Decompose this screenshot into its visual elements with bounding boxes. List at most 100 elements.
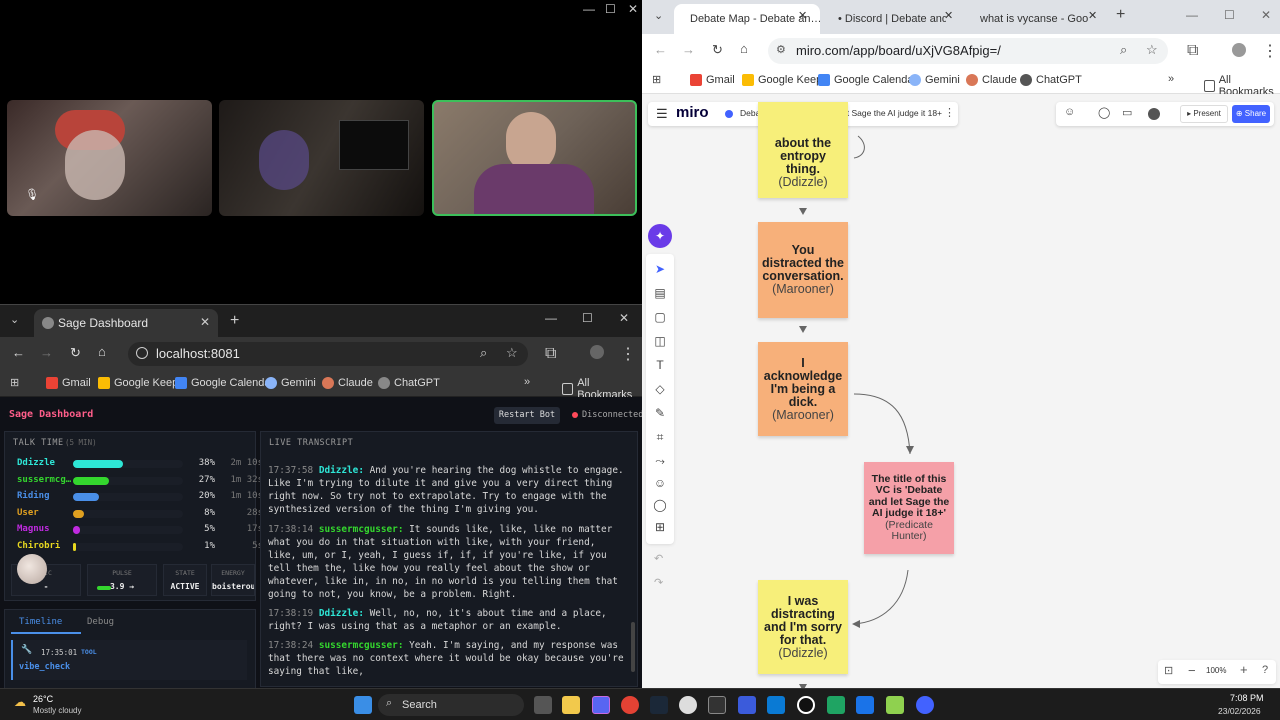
forward-icon[interactable]: → bbox=[682, 42, 695, 57]
restart-bot-button[interactable]: Restart Bot bbox=[494, 407, 560, 424]
menu-hamburger-icon[interactable]: ☰ bbox=[656, 106, 668, 122]
address-bar[interactable]: localhost:8081 ⌕ ☆ bbox=[128, 342, 528, 366]
tab-close-icon[interactable]: ✕ bbox=[944, 9, 953, 22]
forward-icon[interactable]: → bbox=[40, 345, 53, 360]
profile-avatar[interactable] bbox=[1232, 43, 1246, 57]
maximize-icon[interactable]: ☐ bbox=[582, 311, 593, 325]
new-tab-icon[interactable]: + bbox=[1116, 6, 1125, 24]
sticky-note[interactable]: I was distracting and I'm sorry for that… bbox=[758, 580, 848, 674]
app-arrow-icon[interactable] bbox=[886, 696, 904, 714]
tab-search-icon[interactable]: ⌄ bbox=[10, 313, 19, 326]
add-more-icon[interactable]: ⊞ bbox=[652, 520, 668, 536]
zoom-in-icon[interactable]: + bbox=[1240, 662, 1248, 677]
task-view-icon[interactable] bbox=[534, 696, 552, 714]
video-icon[interactable]: ▭ bbox=[1122, 106, 1132, 119]
bookmark-chatgpt[interactable]: ChatGPT bbox=[378, 377, 440, 389]
back-icon[interactable]: ← bbox=[654, 42, 667, 57]
comment-icon[interactable]: ◯ bbox=[652, 498, 668, 514]
sticky-note[interactable]: You distracted the conversation. (Maroon… bbox=[758, 222, 848, 318]
tab-close-icon[interactable]: ✕ bbox=[200, 315, 210, 329]
zoom-out-icon[interactable]: − bbox=[1188, 663, 1196, 678]
extensions-icon[interactable]: ⧉ bbox=[545, 345, 556, 363]
profile-avatar[interactable] bbox=[590, 345, 604, 359]
tab-search-icon[interactable]: ⌄ bbox=[654, 9, 663, 22]
weather-temp[interactable]: 26°C bbox=[33, 694, 53, 704]
tab-debug[interactable]: Debug bbox=[87, 617, 114, 627]
video-tile-participant-2[interactable] bbox=[219, 100, 424, 216]
pen-icon[interactable]: ✎ bbox=[652, 406, 668, 422]
bookmark-google-calendar[interactable]: Google Calendar bbox=[818, 74, 917, 86]
frame-icon[interactable]: ▢ bbox=[652, 310, 668, 326]
templates-icon[interactable]: ▤ bbox=[652, 286, 668, 302]
redo-icon[interactable]: ↷ bbox=[654, 576, 663, 589]
bookmark-claude[interactable]: Claude bbox=[966, 74, 1017, 86]
weather-description[interactable]: Mostly cloudy bbox=[33, 706, 81, 715]
home-icon[interactable]: ⌂ bbox=[98, 344, 106, 359]
apps-icon[interactable]: ⊞ bbox=[10, 376, 19, 389]
help-icon[interactable]: ? bbox=[1262, 664, 1268, 676]
windows-start-icon[interactable] bbox=[354, 696, 372, 714]
close-icon[interactable]: ✕ bbox=[628, 2, 638, 16]
sticky-note[interactable]: about the entropy thing. (Ddizzle) bbox=[758, 102, 848, 198]
video-tile-participant-1[interactable]: 🎙 bbox=[7, 100, 212, 216]
vscode-icon[interactable] bbox=[767, 696, 785, 714]
reload-icon[interactable]: ↻ bbox=[70, 345, 81, 361]
chevron-right-icon[interactable]: » bbox=[1168, 73, 1174, 85]
weather-icon[interactable]: ☁ bbox=[14, 695, 26, 709]
bookmark-google-keep[interactable]: Google Keep bbox=[742, 74, 822, 86]
video-tile-participant-3-speaking[interactable] bbox=[432, 100, 637, 216]
bookmark-gmail[interactable]: Gmail bbox=[690, 74, 735, 86]
collaborator-avatar[interactable] bbox=[1148, 108, 1160, 120]
bookmark-gemini[interactable]: Gemini bbox=[909, 74, 960, 86]
comments-icon[interactable]: ◯ bbox=[1098, 106, 1110, 119]
crop-frame-icon[interactable]: ⌗ bbox=[652, 430, 668, 446]
chevron-right-icon[interactable]: » bbox=[524, 376, 530, 388]
minimize-icon[interactable]: — bbox=[583, 2, 595, 16]
app-icon[interactable] bbox=[679, 696, 697, 714]
miro-logo[interactable]: miro bbox=[676, 104, 709, 121]
bookmark-google-calendar[interactable]: Google Calendar bbox=[175, 377, 274, 389]
board-menu-icon[interactable]: ⋮ bbox=[944, 106, 955, 119]
close-icon[interactable]: ✕ bbox=[619, 311, 629, 325]
new-tab-icon[interactable]: + bbox=[230, 312, 239, 330]
reactions-icon[interactable]: ☺ bbox=[1064, 106, 1075, 118]
fit-screen-icon[interactable]: ⊡ bbox=[1164, 664, 1173, 677]
app-green-icon[interactable] bbox=[827, 696, 845, 714]
apps-icon[interactable]: ⊞ bbox=[652, 73, 661, 86]
tab-google-search[interactable]: what is vycanse - Googl… bbox=[964, 4, 1088, 34]
sticky-note-icon[interactable]: ◫ bbox=[652, 334, 668, 350]
transcript-scrollbar[interactable] bbox=[631, 622, 635, 672]
shapes-icon[interactable]: ◇ bbox=[652, 382, 668, 398]
ai-assist-icon[interactable]: ✦ bbox=[648, 224, 672, 248]
docs-icon[interactable] bbox=[856, 696, 874, 714]
maximize-icon[interactable]: ☐ bbox=[1224, 8, 1235, 22]
undo-icon[interactable]: ↶ bbox=[654, 552, 663, 565]
discord-taskbar-icon[interactable] bbox=[592, 696, 610, 714]
text-tool-icon[interactable]: T bbox=[652, 358, 668, 374]
bookmark-star-icon[interactable]: ☆ bbox=[1146, 42, 1158, 58]
menu-icon[interactable]: ⋮ bbox=[620, 344, 636, 364]
present-button[interactable]: ▸ Present bbox=[1180, 105, 1228, 123]
powershell-icon[interactable] bbox=[738, 696, 756, 714]
bookmark-chatgpt[interactable]: ChatGPT bbox=[1020, 74, 1082, 86]
minimize-icon[interactable]: — bbox=[545, 311, 557, 325]
steam-icon[interactable] bbox=[650, 696, 668, 714]
tab-timeline[interactable]: Timeline bbox=[19, 617, 62, 627]
select-tool-icon[interactable]: ➤ bbox=[652, 262, 668, 278]
tab-sage-dashboard[interactable]: Sage Dashboard ✕ bbox=[34, 309, 218, 337]
zoom-icon[interactable]: ⌕ bbox=[1120, 42, 1127, 58]
emoji-icon[interactable]: ☺ bbox=[652, 476, 668, 492]
back-icon[interactable]: ← bbox=[12, 345, 25, 360]
zoom-icon[interactable]: ⌕ bbox=[480, 345, 487, 361]
tab-close-icon[interactable]: ✕ bbox=[798, 9, 807, 22]
bookmark-claude[interactable]: Claude bbox=[322, 377, 373, 389]
clock-time[interactable]: 7:08 PM bbox=[1230, 693, 1264, 703]
extensions-icon[interactable]: ⧉ bbox=[1187, 42, 1198, 60]
file-explorer-icon[interactable] bbox=[562, 696, 580, 714]
maximize-icon[interactable]: ☐ bbox=[605, 2, 616, 16]
home-icon[interactable]: ⌂ bbox=[740, 41, 748, 56]
bookmark-star-icon[interactable]: ☆ bbox=[506, 345, 518, 361]
sticky-note[interactable]: I acknowledge I'm being a dick. (Maroone… bbox=[758, 342, 848, 436]
bookmark-gmail[interactable]: Gmail bbox=[46, 377, 91, 389]
clock-date[interactable]: 23/02/2026 bbox=[1218, 706, 1261, 716]
